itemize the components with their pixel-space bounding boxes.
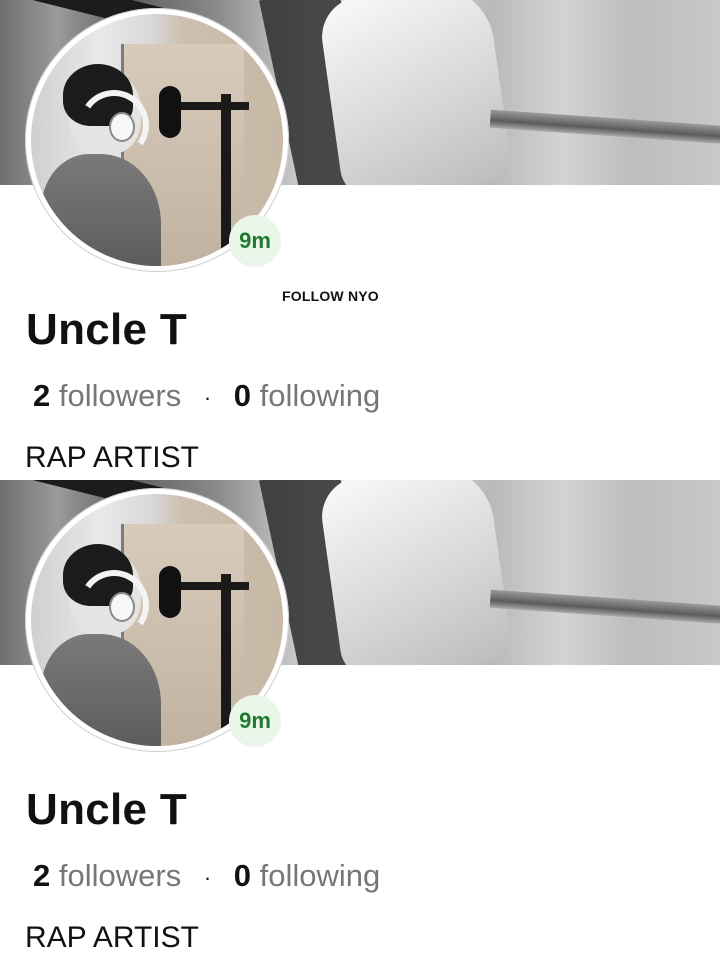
followers-count[interactable]: 2 <box>33 378 50 413</box>
profile-card: 9m Uncle T 2 followers · 0 following RAP… <box>0 480 720 960</box>
following-count[interactable]: 0 <box>234 378 251 413</box>
followers-label[interactable]: followers <box>59 858 181 893</box>
following-count[interactable]: 0 <box>234 858 251 893</box>
profile-name: Uncle T <box>26 305 188 354</box>
following-label[interactable]: following <box>260 378 381 413</box>
followers-label[interactable]: followers <box>59 378 181 413</box>
time-badge: 9m <box>229 215 281 267</box>
follow-stats: 2 followers · 0 following <box>33 858 380 894</box>
stats-separator: · <box>203 864 212 890</box>
follow-caption: FOLLOW NYO <box>282 288 379 304</box>
following-label[interactable]: following <box>260 858 381 893</box>
follow-stats: 2 followers · 0 following <box>33 378 380 414</box>
profile-card: 9m FOLLOW NYO Uncle T 2 followers · 0 fo… <box>0 0 720 480</box>
profile-name: Uncle T <box>26 785 188 834</box>
stats-separator: · <box>203 384 212 410</box>
followers-count[interactable]: 2 <box>33 858 50 893</box>
profile-bio: RAP ARTIST <box>25 441 199 474</box>
profile-bio: RAP ARTIST <box>25 921 199 954</box>
time-badge: 9m <box>229 695 281 747</box>
